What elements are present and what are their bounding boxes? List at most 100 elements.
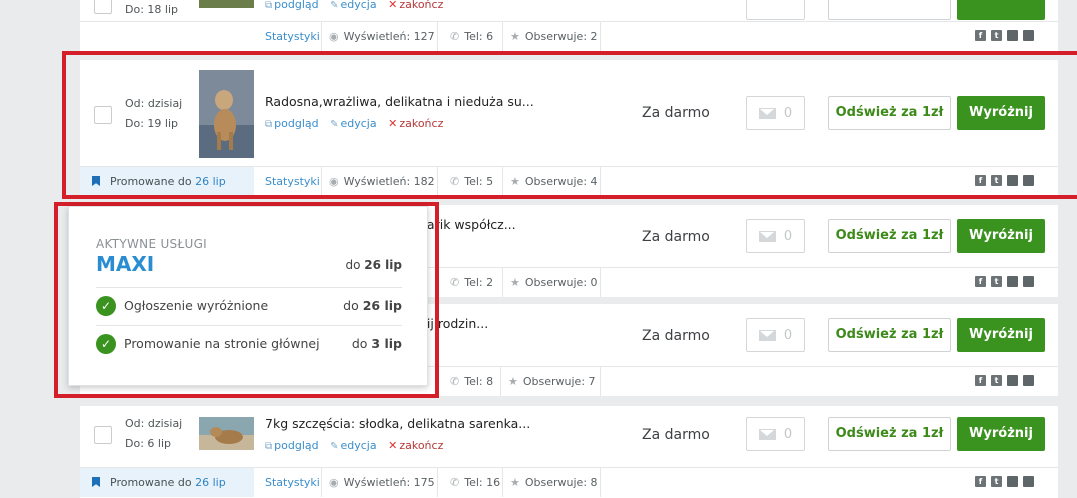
envelope-icon [758,230,776,242]
messages-box[interactable]: 0 [746,96,805,130]
listing-thumbnail[interactable] [199,70,254,158]
print-icon[interactable] [1007,175,1018,186]
listing-stats-bar: Promowane do 26 lip Statystyki ◉ Wyświetl… [80,467,1058,498]
facebook-icon[interactable]: f [975,375,986,386]
listing-checkbox[interactable] [94,426,112,444]
listing-thumbnail[interactable] [199,417,254,450]
service-until: do 26 lip [343,298,402,313]
watchers-count: ★ Obserwuje: 0 [510,276,598,289]
messages-box[interactable]: 0 [746,219,805,253]
close-icon: ✕ [388,0,398,11]
refresh-button[interactable]: Odśwież za 1zł [828,219,951,253]
print-icon[interactable] [1007,30,1018,41]
twitter-icon[interactable]: t [991,276,1002,287]
feature-button[interactable]: Wyróżnij [957,417,1045,451]
report-icon[interactable] [1023,30,1034,41]
phone-icon: ✆ [450,276,460,289]
promoted-until-date: 26 lip [195,476,226,489]
promoted-badge[interactable]: Promowane do 26 lip [80,167,254,196]
listing-start-date: Od: dzisiaj [125,97,183,110]
external-icon: ⧉ [265,119,273,130]
service-label: Promowanie na stronie głównej [124,336,320,351]
envelope-icon [758,428,776,440]
phone-count: ✆ Tel: 8 [450,375,494,388]
print-icon[interactable] [1007,375,1018,386]
package-until: do 26 lip [345,258,403,272]
star-icon: ★ [510,476,520,489]
check-icon: ✓ [96,334,116,354]
end-link[interactable]: ✕ zakończ [388,117,443,130]
report-icon[interactable] [1023,476,1034,487]
edit-link[interactable]: ✎ edycja [330,117,377,130]
messages-box[interactable]: 0 [746,417,805,451]
facebook-icon[interactable]: f [975,276,986,287]
refresh-button[interactable]: Odśwież za 1zł [828,318,951,352]
views-count: ◉ Wyświetleń: 182 [329,175,435,188]
listing-stats-bar: Promowane do 26 lip Statystyki ◉ Wyświetl… [80,166,1058,196]
report-icon[interactable] [1023,375,1034,386]
views-count: ◉ Wyświetleń: 175 [329,476,435,489]
twitter-icon[interactable]: t [991,375,1002,386]
end-link[interactable]: ✕ zakończ [388,439,443,452]
service-until: do 3 lip [351,336,402,351]
dog-photo [199,417,254,450]
phone-count: ✆ Tel: 16 [450,476,501,489]
edit-link[interactable]: ✎ edycja [330,439,377,452]
twitter-icon[interactable]: t [991,476,1002,487]
listing-checkbox[interactable] [94,0,112,14]
messages-count: 0 [783,105,793,121]
listing-end-date: Do: 18 lip [125,3,178,16]
messages-box[interactable] [746,0,805,20]
listing-end-date: Do: 6 lip [125,437,171,450]
print-icon[interactable] [1007,276,1018,287]
report-icon[interactable] [1023,175,1034,186]
listing-thumbnail[interactable] [199,0,254,8]
star-icon: ★ [510,276,520,289]
external-icon: ⧉ [265,0,273,11]
close-icon: ✕ [388,439,398,452]
active-services-popup: AKTYWNE USŁUGI MAXI do 26 lip ✓ Ogłoszen… [68,206,428,386]
twitter-icon[interactable]: t [991,175,1002,186]
print-icon[interactable] [1007,476,1018,487]
promoted-badge[interactable]: Promowane do 26 lip [80,468,254,497]
refresh-button[interactable] [828,0,951,20]
refresh-button[interactable]: Odśwież za 1zł [828,417,951,451]
phone-icon: ✆ [450,30,460,43]
feature-button[interactable]: Wyróżnij [957,96,1045,130]
preview-link[interactable]: ⧉ podgląd [265,0,319,11]
facebook-icon[interactable]: f [975,175,986,186]
listing-title[interactable]: 7kg szczęścia: słodka, delikatna sarenka… [265,416,530,431]
check-icon: ✓ [96,296,116,316]
preview-link[interactable]: ⧉ podgląd [265,439,319,452]
feature-button[interactable]: Wyróżnij [957,219,1045,253]
refresh-button[interactable]: Odśwież za 1zł [828,96,951,130]
twitter-icon[interactable]: t [991,30,1002,41]
eye-icon: ◉ [329,175,339,188]
listing-price: Za darmo [642,105,710,121]
listing-checkbox[interactable] [94,106,112,124]
preview-link[interactable]: ⧉ podgląd [265,117,319,130]
phone-count: ✆ Tel: 5 [450,175,494,188]
facebook-icon[interactable]: f [975,30,986,41]
star-icon: ★ [510,30,520,43]
listing-item: Od: dzisiaj Do: 19 lip Radosna,wrażliwa,… [80,60,1058,196]
listing-title[interactable]: Radosna,wrażliwa, delikatna i nieduża su… [265,94,534,109]
facebook-icon[interactable]: f [975,476,986,487]
close-icon: ✕ [388,117,398,130]
messages-box[interactable]: 0 [746,318,805,352]
service-row: ✓ Promowanie na stronie głównej do 3 lip [96,325,402,363]
watchers-count: ★ Obserwuje: 2 [510,30,598,43]
service-label: Ogłoszenie wyróżnione [124,298,269,313]
feature-button[interactable] [957,0,1045,20]
statistics-link[interactable]: Statystyki [265,22,320,51]
end-link[interactable]: ✕ zakończ [388,0,443,11]
listing-price: Za darmo [642,328,710,344]
statistics-link[interactable]: Statystyki [265,468,320,497]
edit-link[interactable]: ✎ edycja [330,0,377,11]
dog-photo [199,70,254,158]
report-icon[interactable] [1023,276,1034,287]
statistics-link[interactable]: Statystyki [265,167,320,196]
share-icons: f t [975,30,1034,41]
feature-button[interactable]: Wyróżnij [957,318,1045,352]
popup-heading: AKTYWNE USŁUGI [96,237,208,251]
